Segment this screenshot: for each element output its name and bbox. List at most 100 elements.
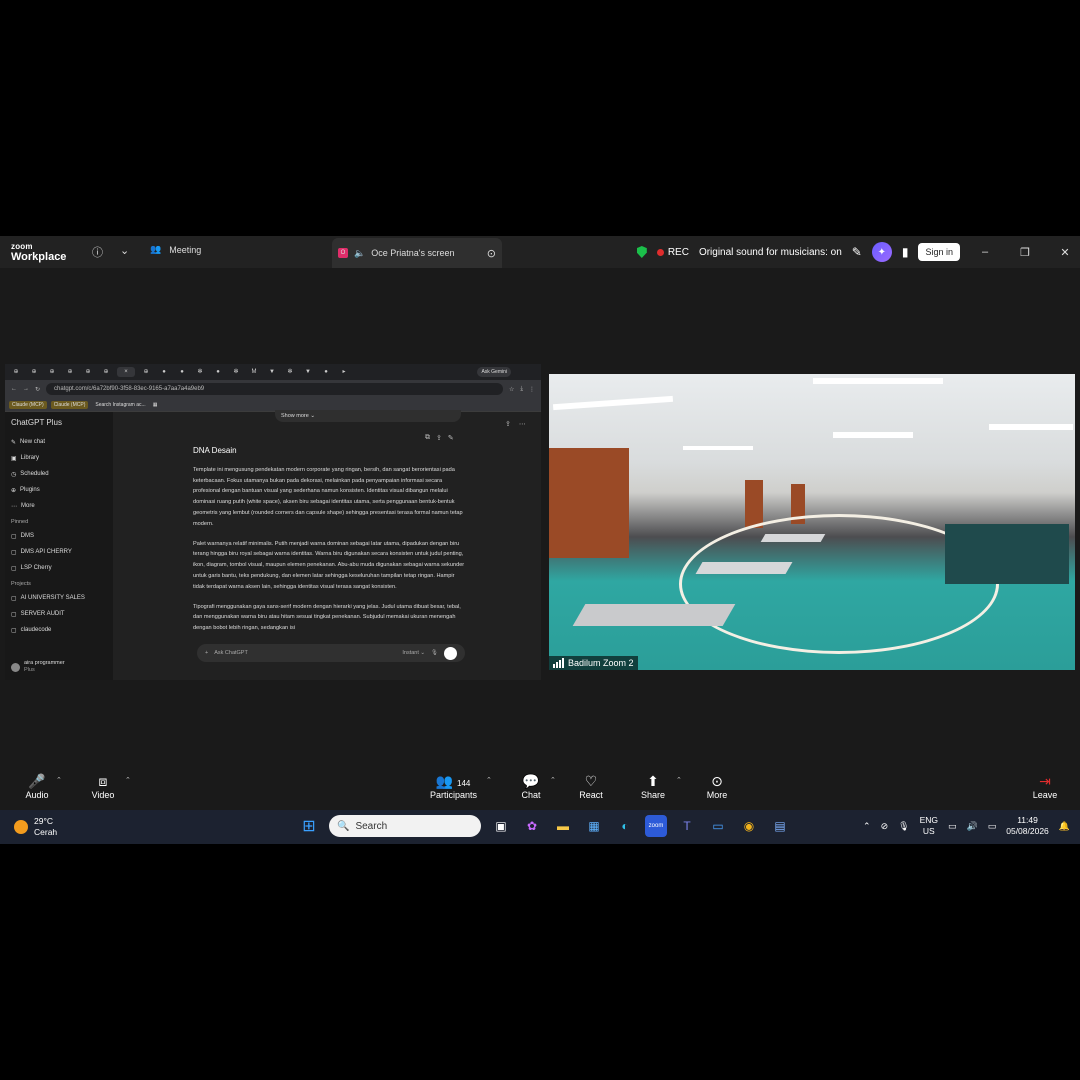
forward-icon[interactable]: → xyxy=(23,386,29,392)
notepad-icon[interactable]: ▤ xyxy=(769,815,791,837)
address-bar[interactable]: chatgpt.com/c/6a72bf90-3f58-83ec-9165-a7… xyxy=(46,383,503,395)
chevron-up-icon[interactable]: ⌃ xyxy=(486,776,492,784)
bookmark-item[interactable]: Claude (MCP) xyxy=(9,400,47,409)
user-menu[interactable]: aira programmer Plus xyxy=(11,660,65,674)
chevron-up-icon[interactable]: ⌃ xyxy=(676,776,682,784)
remote-desktop-icon[interactable]: ▭ xyxy=(707,815,729,837)
chevron-down-icon[interactable]: ⌄ xyxy=(120,244,129,257)
copilot-icon[interactable]: ✿ xyxy=(521,815,543,837)
voice-mode-icon[interactable] xyxy=(444,646,457,660)
camera-off-icon[interactable]: ⊘ xyxy=(881,821,889,832)
browser-tab[interactable]: ▼ xyxy=(301,367,315,377)
reload-icon[interactable]: ↻ xyxy=(35,386,40,393)
security-shield-icon[interactable] xyxy=(636,246,647,258)
browser-tab[interactable]: ● xyxy=(319,367,333,377)
browser-tab[interactable]: ✻ xyxy=(193,367,207,377)
mode-selector[interactable]: Instant ⌄ xyxy=(402,650,425,656)
language-indicator[interactable]: ENG US xyxy=(920,815,938,837)
browser-tab[interactable]: ● xyxy=(157,367,171,377)
share-button[interactable]: ⬆ Share ⌃ xyxy=(640,772,682,800)
project-item[interactable]: ▢ claudecode xyxy=(11,627,107,634)
panel-toggle-icon[interactable]: ▮ xyxy=(902,245,909,259)
original-sound-status[interactable]: Original sound for musicians: on xyxy=(699,247,842,258)
show-more-button[interactable]: Show more ⌄ xyxy=(275,410,461,422)
browser-tab[interactable]: ⊕ xyxy=(9,367,23,377)
bookmark-star-icon[interactable]: ☆ xyxy=(509,386,514,393)
bookmark-item[interactable]: Claude (MCP) xyxy=(50,400,89,409)
pinned-item[interactable]: ▢ DMS API CHERRY xyxy=(11,549,107,556)
browser-tab[interactable]: ⊕ xyxy=(45,367,59,377)
video-button[interactable]: ⧈ Video ⌃ xyxy=(90,772,131,800)
browser-tab[interactable]: M xyxy=(247,367,261,377)
recording-indicator[interactable]: REC xyxy=(656,247,689,258)
edge-icon[interactable]: ◐ xyxy=(614,815,636,837)
leave-button[interactable]: ⇥ Leave xyxy=(1032,772,1058,800)
sign-in-button[interactable]: Sign in xyxy=(918,243,960,261)
tab-meeting[interactable]: 👥 Meeting xyxy=(150,244,201,255)
edit-icon[interactable]: ✎ xyxy=(448,434,454,442)
windows-start-icon[interactable]: ⊞ xyxy=(298,815,320,837)
apps-grid-icon[interactable]: ▦ xyxy=(153,402,158,408)
browser-tab[interactable]: ⊕ xyxy=(139,367,153,377)
battery-icon[interactable]: ▭ xyxy=(988,821,997,832)
plus-icon[interactable]: + xyxy=(205,650,208,656)
ellipsis-icon[interactable]: ⋯ xyxy=(519,420,526,428)
chevron-up-icon[interactable]: ⌃ xyxy=(56,776,62,784)
download-icon[interactable]: ⤓ xyxy=(520,386,523,393)
browser-tab[interactable]: ✻ xyxy=(283,367,297,377)
chrome-icon[interactable]: ◉ xyxy=(738,815,760,837)
sidebar-item-plugins[interactable]: ⊕ Plugins xyxy=(11,487,107,494)
microphone-icon[interactable]: 🎙 xyxy=(898,821,909,832)
browser-tab[interactable]: ⊕ xyxy=(27,367,41,377)
chat-button[interactable]: 💬 Chat ⌃ xyxy=(520,772,555,800)
browser-tab[interactable]: ● xyxy=(211,367,225,377)
chevron-up-icon[interactable]: ⌃ xyxy=(125,776,131,784)
magic-wand-icon[interactable]: ✎ xyxy=(852,245,862,259)
more-button[interactable]: ⊙ More xyxy=(704,772,730,800)
browser-tab[interactable]: × xyxy=(117,367,135,377)
browser-tab[interactable]: ▼ xyxy=(265,367,279,377)
more-options-icon[interactable]: ⊙ xyxy=(487,247,496,260)
browser-tab[interactable]: ⊕ xyxy=(81,367,95,377)
back-icon[interactable]: ← xyxy=(11,386,17,392)
restore-button[interactable]: ❐ xyxy=(1010,246,1040,259)
chevron-up-icon[interactable]: ⌃ xyxy=(550,776,556,784)
chat-composer[interactable]: + Ask ChatGPT Instant ⌄ 🎙 xyxy=(197,644,465,662)
file-explorer-icon[interactable]: ▬ xyxy=(552,815,574,837)
notification-icon[interactable]: 🔔 xyxy=(1059,821,1070,832)
browser-tab[interactable]: ● xyxy=(175,367,189,377)
project-item[interactable]: ▢ AI UNIVERSITY SALES xyxy=(11,595,107,602)
audio-button[interactable]: 🎤 Audio ⌃ xyxy=(24,772,61,800)
copy-icon[interactable]: ⧉ xyxy=(425,434,430,442)
project-item[interactable]: ▢ SERVER AUDIT xyxy=(11,611,107,618)
store-icon[interactable]: ▦ xyxy=(583,815,605,837)
share-icon[interactable]: ⇪ xyxy=(436,434,442,442)
browser-tab[interactable]: ✻ xyxy=(229,367,243,377)
sidebar-item-library[interactable]: ▣ Library xyxy=(11,455,107,462)
sidebar-item-more[interactable]: ⋯ More xyxy=(11,503,107,510)
display-icon[interactable]: ▭ xyxy=(948,821,957,832)
share-icon[interactable]: ⇪ xyxy=(505,420,511,428)
participants-button[interactable]: 👥 144 Participants ⌃ xyxy=(430,772,492,800)
browser-tab[interactable]: ⊕ xyxy=(63,367,77,377)
chevron-up-icon[interactable]: ⌃ xyxy=(863,821,871,832)
bookmark-item[interactable]: Search Instagram ac... xyxy=(92,401,148,409)
browser-menu-icon[interactable]: ⋮ xyxy=(529,386,535,393)
react-button[interactable]: ♡ React xyxy=(578,772,604,800)
browser-tab[interactable]: ▸ xyxy=(337,367,351,377)
weather-widget[interactable]: 29°C Cerah xyxy=(14,816,57,838)
chatgpt-brand[interactable]: ChatGPT Plus xyxy=(11,418,107,427)
clock[interactable]: 11:49 05/08/2026 xyxy=(1006,815,1049,837)
tab-shared-screen[interactable]: O 🔈 Oce Priatna's screen ⊙ xyxy=(332,238,502,268)
pinned-item[interactable]: ▢ DMS xyxy=(11,533,107,540)
task-view-icon[interactable]: ▣ xyxy=(490,815,512,837)
ask-gemini-button[interactable]: Ask Gemini xyxy=(477,367,511,377)
pinned-item[interactable]: ▢ LSP Cherry xyxy=(11,565,107,572)
taskbar-search[interactable]: 🔍 Search xyxy=(329,815,481,837)
teams-icon[interactable]: T xyxy=(676,815,698,837)
sidebar-item-new-chat[interactable]: ✎ New chat xyxy=(11,439,107,446)
minimize-button[interactable]: – xyxy=(970,246,1000,258)
info-icon[interactable]: ⓘ xyxy=(92,244,103,260)
zoom-app-icon[interactable]: zoom xyxy=(645,815,667,837)
volume-icon[interactable]: 🔊 xyxy=(967,821,978,832)
